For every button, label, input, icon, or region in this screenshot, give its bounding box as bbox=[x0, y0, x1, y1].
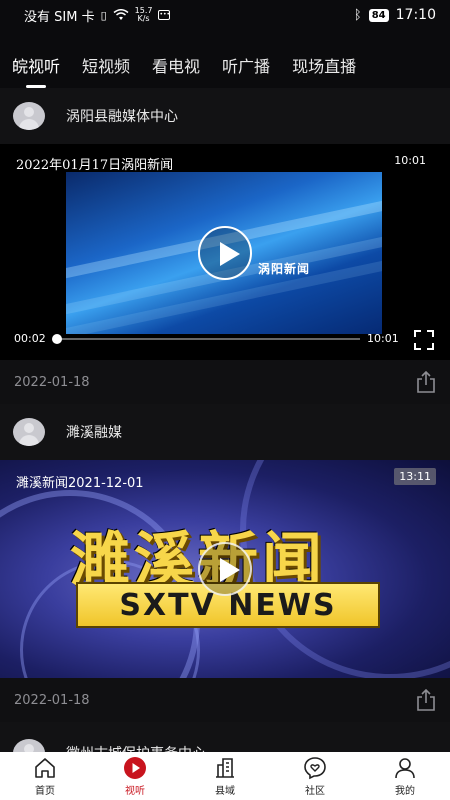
post-date: 2022-01-18 bbox=[14, 692, 90, 708]
tab-radio[interactable]: 听广播 bbox=[222, 50, 270, 86]
clock: 17:10 bbox=[395, 7, 436, 23]
post-source-row[interactable]: 濉溪融媒 bbox=[0, 404, 450, 460]
total-time: 10:01 bbox=[367, 332, 399, 345]
video-duration: 10:01 bbox=[394, 154, 426, 167]
home-icon bbox=[35, 758, 55, 778]
post-meta-row: 2022-01-18 bbox=[0, 678, 450, 722]
source-name[interactable]: 涡阳县融媒体中心 bbox=[66, 106, 178, 126]
progress-bar-row: 00:02 10:01 bbox=[0, 332, 450, 346]
post-source-row[interactable]: 涡阳县融媒体中心 bbox=[0, 88, 450, 144]
play-button[interactable] bbox=[198, 226, 252, 280]
wifi-icon bbox=[113, 9, 129, 20]
video-player[interactable]: 濉溪新闻 SXTV NEWS 濉溪新闻2021-12-01 13:11 bbox=[0, 460, 450, 678]
post-meta-row: 2022-01-18 bbox=[0, 360, 450, 404]
nav-home[interactable]: 首页 bbox=[0, 752, 90, 800]
bluetooth-icon: ᛒ bbox=[353, 7, 362, 23]
nav-me[interactable]: 我的 bbox=[360, 752, 450, 800]
nav-video[interactable]: 视听 bbox=[90, 752, 180, 800]
nav-label: 县域 bbox=[215, 786, 235, 797]
video-title: 濉溪新闻2021-12-01 bbox=[16, 476, 144, 491]
play-circle-icon bbox=[124, 757, 146, 779]
avatar[interactable] bbox=[13, 418, 45, 446]
person-icon bbox=[395, 758, 415, 779]
current-time: 00:02 bbox=[14, 332, 46, 345]
nav-county[interactable]: 县域 bbox=[180, 752, 270, 800]
tab-live[interactable]: 现场直播 bbox=[292, 50, 356, 86]
nav-label: 我的 bbox=[395, 786, 415, 797]
progress-track[interactable] bbox=[51, 334, 360, 344]
category-tabs: 皖视听 短视频 看电视 听广播 现场直播 bbox=[0, 50, 450, 88]
nav-community[interactable]: 社区 bbox=[270, 752, 360, 800]
nav-label: 视听 bbox=[125, 786, 145, 797]
share-icon[interactable] bbox=[416, 371, 436, 393]
bottom-nav: 首页 视听 县域 社区 我的 bbox=[0, 752, 450, 800]
progress-thumb[interactable] bbox=[51, 334, 62, 344]
video-title: 2022年01月17日涡阳新闻 bbox=[16, 158, 174, 173]
share-icon[interactable] bbox=[416, 689, 436, 711]
source-name[interactable]: 濉溪融媒 bbox=[66, 422, 122, 442]
post-date: 2022-01-18 bbox=[14, 374, 90, 390]
building-icon bbox=[216, 758, 234, 778]
thumbnail-caption: 涡阳新闻 bbox=[257, 262, 310, 276]
fullscreen-icon[interactable] bbox=[414, 330, 434, 350]
tab-short-video[interactable]: 短视频 bbox=[82, 50, 130, 86]
sim-icon: ▯ bbox=[100, 8, 107, 22]
tab-watch-tv[interactable]: 看电视 bbox=[152, 50, 200, 86]
nav-label: 首页 bbox=[35, 786, 55, 797]
tab-wanshiting[interactable]: 皖视听 bbox=[12, 50, 60, 88]
battery-indicator: 84 bbox=[368, 8, 389, 22]
notification-icon: ••• bbox=[158, 10, 171, 20]
play-button[interactable] bbox=[198, 542, 252, 596]
carrier-text: 没有 SIM 卡 bbox=[24, 9, 95, 25]
nav-label: 社区 bbox=[305, 786, 325, 797]
video-feed: 涡阳县融媒体中心 涡阳新闻 2022年01月17日涡阳新闻 10:01 00:0… bbox=[0, 88, 450, 784]
video-player[interactable]: 涡阳新闻 2022年01月17日涡阳新闻 10:01 00:02 10:01 bbox=[0, 144, 450, 360]
net-speed: 15.7 K/s bbox=[134, 6, 153, 23]
status-bar: 没有 SIM 卡 ▯ 15.7 K/s ••• ᛒ 84 17:10 bbox=[0, 0, 450, 30]
chat-heart-icon bbox=[304, 757, 326, 780]
video-duration: 13:11 bbox=[394, 468, 436, 485]
avatar[interactable] bbox=[13, 102, 45, 130]
